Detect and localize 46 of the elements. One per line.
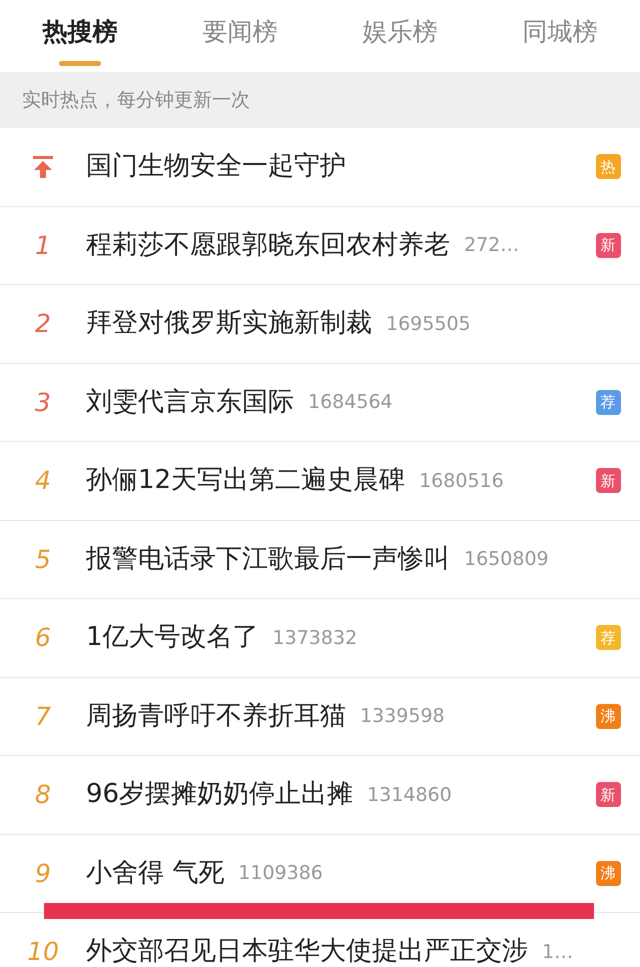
topic-title[interactable]: 外交部召见日本驻华大使提出严正交涉	[86, 932, 528, 967]
topic-title[interactable]: 周扬青呼吁不养折耳猫	[86, 696, 346, 736]
tab[interactable]: 热搜榜	[0, 0, 160, 72]
rank-number: 6	[35, 622, 51, 654]
rank-number: 2	[35, 308, 51, 340]
heat-count: 1314860	[367, 782, 452, 808]
topic-title[interactable]: 程莉莎不愿跟郭晓东回农村养老	[86, 226, 450, 265]
heat-count: 1684564	[308, 390, 393, 415]
topic-title[interactable]: 报警电话录下江歌最后一声惨叫	[86, 540, 450, 579]
tab[interactable]: 要闻榜	[160, 0, 320, 72]
heat-count: 1650809	[464, 547, 549, 572]
heat-count: 1…	[542, 940, 574, 964]
topic-tag: 沸	[596, 704, 620, 729]
rank-number: 8	[35, 779, 51, 811]
topic-title[interactable]: 孙俪12天写出第二遍史晨碑	[86, 461, 406, 500]
pin-to-top-icon	[32, 154, 54, 179]
notice-bar: 实时热点，每分钟更新一次	[0, 72, 640, 128]
topic-tag: 沸	[596, 860, 620, 886]
rank-number: 1	[35, 230, 51, 262]
topic-title[interactable]: 刘雯代言京东国际	[86, 382, 294, 422]
rank-number: 3	[35, 386, 51, 418]
topic-title[interactable]: 1亿大号改名了	[86, 618, 259, 658]
heat-count: 1339598	[360, 704, 445, 729]
heat-count: 1680516	[419, 468, 504, 494]
heat-count: 1373832	[272, 626, 358, 650]
topic-tag: 新	[596, 232, 620, 258]
rank-number: 10	[27, 936, 59, 967]
active-tab-indicator	[59, 61, 101, 66]
topic-title[interactable]: 国门生物安全一起守护	[86, 147, 346, 186]
rank-number: 5	[35, 544, 51, 576]
rank-number: 7	[35, 700, 51, 732]
topic-tag: 新	[596, 468, 620, 494]
topic-tag: 荐	[596, 625, 620, 650]
topic-title[interactable]: 小舍得 气死	[86, 854, 224, 893]
heat-count: 272…	[464, 233, 520, 258]
heat-count: 1695505	[386, 312, 471, 336]
topic-tag: 荐	[596, 390, 620, 415]
topic-tag: 热	[596, 154, 620, 180]
topic-title[interactable]: 96岁摆摊奶奶停止出摊	[86, 775, 354, 814]
rank-number: 4	[35, 465, 51, 497]
rank-number: 9	[35, 858, 51, 890]
tab[interactable]: 娱乐榜	[320, 0, 480, 72]
heat-count: 1109386	[238, 861, 323, 886]
topic-title[interactable]: 拜登对俄罗斯实施新制裁	[86, 304, 372, 344]
topic-tag: 新	[596, 782, 620, 808]
tab[interactable]: 同城榜	[480, 0, 640, 72]
